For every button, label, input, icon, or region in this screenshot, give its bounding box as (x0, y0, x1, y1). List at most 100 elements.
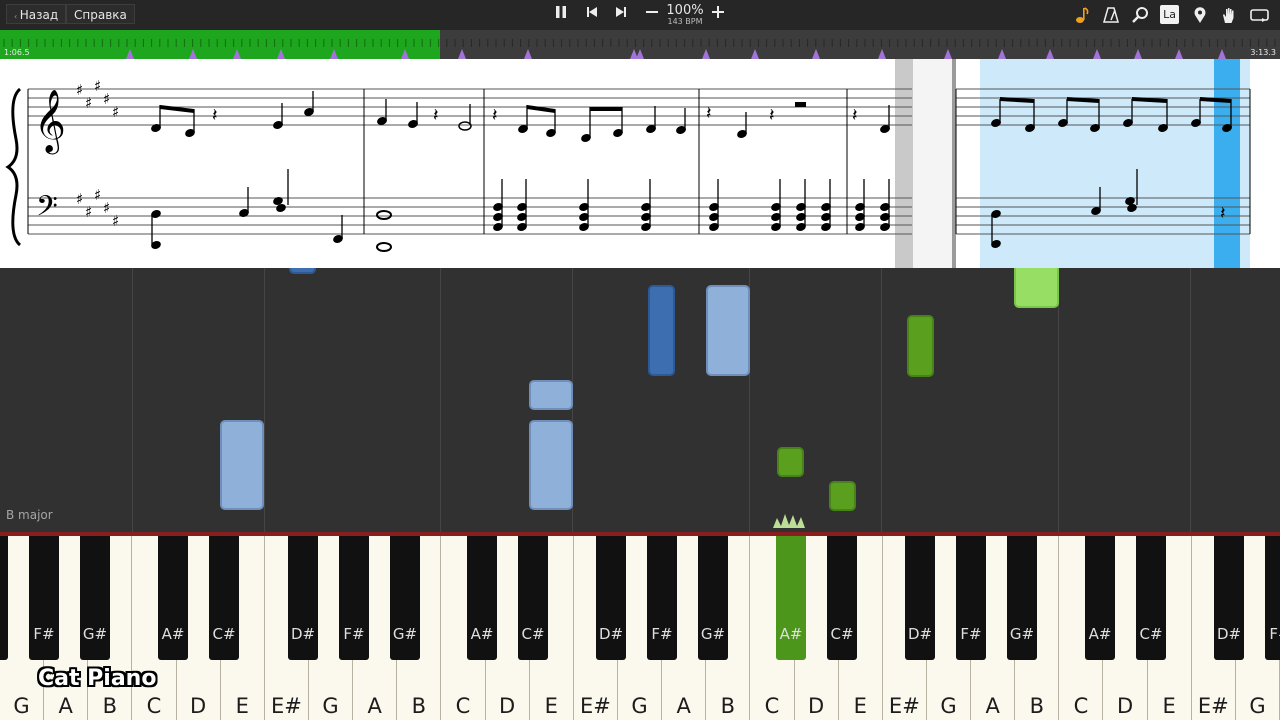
falling-note (706, 285, 750, 376)
page-fold-shadow (895, 59, 913, 268)
skip-forward-icon[interactable] (612, 4, 630, 22)
sharp-accidental: ♯ (103, 90, 110, 108)
black-key-label: D# (1216, 625, 1242, 643)
bass-clef: 𝄢 (36, 190, 58, 230)
white-key-label: C (455, 694, 471, 718)
black-key[interactable]: A# (1085, 536, 1115, 660)
black-key[interactable]: F# (647, 536, 677, 660)
falling-note (777, 447, 804, 477)
black-key[interactable]: C# (827, 536, 857, 660)
black-key[interactable]: A# (158, 536, 188, 660)
white-key-label: E (544, 694, 558, 718)
white-key-label: C (1073, 694, 1089, 718)
playback-cursor (1214, 59, 1240, 268)
white-key-label: E (235, 694, 249, 718)
white-key-label: E# (888, 694, 920, 718)
white-key-label: D (190, 694, 207, 718)
black-key[interactable]: C# (1136, 536, 1166, 660)
location-pin-icon[interactable] (1191, 6, 1209, 24)
magnifier-icon[interactable] (1131, 6, 1149, 24)
brand-watermark: Cat Piano (38, 666, 157, 691)
falling-note (289, 268, 316, 274)
black-key-label: C# (521, 625, 545, 643)
white-key-label: E# (270, 694, 302, 718)
minus-icon[interactable] (643, 4, 661, 22)
black-key-label: G# (82, 625, 108, 643)
white-key-label: D (499, 694, 516, 718)
timeline-scrubber[interactable]: 1:06.5 3:13.3 (0, 30, 1280, 59)
black-key[interactable]: C# (518, 536, 548, 660)
timeline-marker (458, 49, 466, 59)
black-key[interactable]: F# (29, 536, 59, 660)
whole-note (376, 242, 392, 252)
white-key-label: E (1162, 694, 1176, 718)
black-key[interactable]: F# (1265, 536, 1280, 660)
skip-back-icon[interactable] (583, 4, 601, 22)
timeline-marker (1218, 49, 1226, 59)
black-key-label: F# (33, 625, 55, 643)
timeline-marker (277, 49, 285, 59)
white-key-label: E# (1197, 694, 1229, 718)
timeline-marker (330, 49, 338, 59)
black-key[interactable]: A# (776, 536, 806, 660)
black-key-label: F# (651, 625, 673, 643)
help-button[interactable]: Справка (66, 4, 135, 24)
black-key[interactable]: G# (390, 536, 420, 660)
timeline-marker (944, 49, 952, 59)
timeline-marker (189, 49, 197, 59)
note-icon[interactable] (1073, 6, 1091, 24)
white-key-label: A (58, 694, 73, 718)
black-key[interactable]: G# (80, 536, 110, 660)
white-key-label: D (807, 694, 825, 718)
white-key-label: E# (579, 694, 611, 718)
black-key[interactable]: F# (956, 536, 986, 660)
black-key-label: D# (290, 625, 316, 643)
falling-note (1014, 268, 1059, 308)
sharp-accidental: ♯ (76, 81, 83, 99)
pause-icon[interactable] (552, 4, 570, 22)
black-key-label: G# (700, 625, 726, 643)
white-key-label: A (367, 694, 382, 718)
black-key[interactable]: D# (596, 536, 626, 660)
black-key-label: G# (392, 625, 418, 643)
hand-icon[interactable] (1220, 6, 1238, 24)
white-key-label: B (1029, 694, 1044, 718)
black-key-label: F# (1269, 625, 1280, 643)
black-key[interactable]: G# (1007, 536, 1037, 660)
sharp-accidental: ♯ (94, 186, 101, 204)
metronome-icon[interactable] (1102, 6, 1120, 24)
falling-note (529, 380, 573, 410)
black-key[interactable]: C# (209, 536, 239, 660)
black-key-label: D# (598, 625, 624, 643)
total-time: 3:13.3 (1250, 48, 1276, 57)
rest: 𝄽 (212, 105, 218, 126)
black-key[interactable] (0, 536, 8, 660)
timeline-marker (401, 49, 409, 59)
white-key-label: G (1249, 694, 1266, 718)
black-key[interactable]: F# (339, 536, 369, 660)
timeline-measure-ticks (3, 39, 1276, 59)
black-key-label: C# (212, 625, 236, 643)
white-key-label: E (853, 694, 867, 718)
black-key-label: A# (161, 625, 185, 643)
black-key[interactable]: D# (288, 536, 318, 660)
rest: 𝄽 (852, 105, 858, 126)
sharp-accidental: ♯ (85, 203, 92, 221)
timeline-marker (998, 49, 1006, 59)
label-icon[interactable]: La (1160, 5, 1179, 24)
black-key[interactable]: D# (1214, 536, 1244, 660)
timeline-marker (1134, 49, 1142, 59)
roll-gridline (440, 268, 441, 532)
tempo-bpm: 143 BPM (667, 17, 703, 26)
white-key-label: G (940, 694, 957, 718)
sharp-accidental: ♯ (103, 199, 110, 217)
plus-icon[interactable] (709, 4, 727, 22)
back-button[interactable]: ‹ Назад (6, 4, 67, 24)
black-key[interactable]: A# (467, 536, 497, 660)
loop-icon[interactable] (1249, 6, 1271, 24)
white-key-label: B (411, 694, 427, 718)
timeline-marker (126, 49, 134, 59)
rest: 𝄽 (1220, 203, 1226, 224)
black-key[interactable]: G# (698, 536, 728, 660)
black-key[interactable]: D# (905, 536, 935, 660)
